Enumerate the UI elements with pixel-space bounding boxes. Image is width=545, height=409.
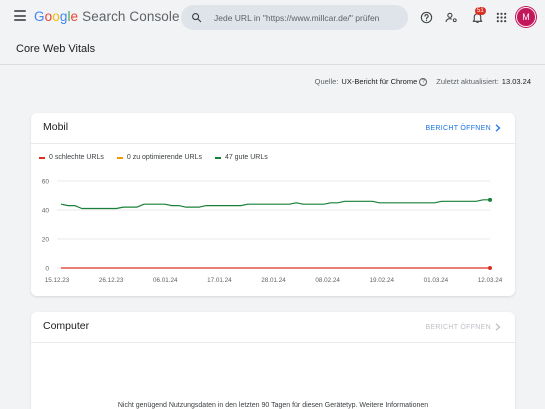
legend-swatch [214,156,221,159]
legend-label: 47 gute URLs [224,154,268,161]
open-report-label: BERICHT ÖFFNEN [425,124,491,132]
x-tick-label: 12.03.24 [478,277,503,284]
mobile-card: Mobil BERICHT ÖFFNEN 0 schlechte URLs 0 … [31,113,515,296]
x-tick-label: 28.01.24 [261,277,286,284]
legend-label: 0 schlechte URLs [49,154,104,161]
legend-swatch [116,156,123,159]
search-input[interactable] [214,12,394,23]
chevron-right-icon [495,323,501,331]
card-title: Mobil [43,121,69,133]
open-report-button-disabled: BERICHT ÖFFNEN [425,323,501,331]
help-icon [420,11,432,23]
card-title: Computer [43,320,90,332]
open-report-button[interactable]: BERICHT ÖFFNEN [425,124,501,132]
users-settings-button[interactable] [443,9,459,25]
x-tick-label: 17.01.24 [207,277,232,284]
header-divider [0,64,545,65]
legend-label: 0 zu optimierende URLs [126,154,202,161]
apps-button[interactable] [493,9,509,25]
legend-item-good[interactable]: 47 gute URLs [214,154,268,161]
apps-grid-icon [496,12,506,22]
data-source-info: Quelle: UX-Bericht für Chrome ? Zuletzt … [315,77,531,86]
y-tick-label: 60 [42,179,50,186]
open-report-label: BERICHT ÖFFNEN [425,323,491,331]
legend-swatch [39,156,45,159]
url-inspection-search[interactable] [181,5,408,30]
logo-letter: G [34,9,45,24]
x-tick-label: 19.02.24 [369,277,394,284]
hamburger-menu-icon[interactable] [14,10,26,22]
search-icon [192,13,202,23]
help-button[interactable] [418,9,434,25]
x-tick-label: 08.02.24 [315,277,340,284]
series-end-point [488,197,492,202]
last-updated-label: Zuletzt aktualisiert: [436,77,499,86]
mobile-urls-chart: 60 40 20 0 15.12.23 26.12.23 06.01.24 17.01.24 2… [42,179,503,285]
page-title: Core Web Vitals [16,43,96,55]
x-tick-label: 01.03.24 [424,277,449,284]
y-tick-label: 0 [45,266,49,273]
top-bar: GoogleSearch Console 51 M [0,0,545,34]
y-tick-label: 40 [42,208,50,215]
x-tick-label: 15.12.23 [45,277,70,284]
help-icon[interactable]: ? [419,77,428,86]
insufficient-data-message: Nicht genügend Nutzungsdaten in den letz… [117,402,429,409]
x-tick-label: 26.12.23 [99,277,124,284]
legend-item-needs-improvement[interactable]: 0 zu optimierende URLs [116,154,202,161]
logo-letter: e [70,9,79,24]
chevron-right-icon [495,124,501,132]
card-divider [31,342,515,343]
series-line [60,199,490,210]
account-avatar[interactable]: M [516,7,536,27]
logo-letter: o [52,9,60,24]
card-divider [31,143,515,144]
app-title: Search Console [82,9,180,24]
source-label: Quelle: [314,77,339,86]
legend-item-bad[interactable]: 0 schlechte URLs [39,154,104,161]
chart-legend: 0 schlechte URLs 0 zu optimierende URLs … [39,154,281,161]
computer-card: Computer BERICHT ÖFFNEN Nicht genügend N… [31,312,515,409]
series-end-point [488,266,492,270]
app-logo[interactable]: Google Search Console [34,9,180,24]
last-updated-value: 13.03.24 [501,77,531,86]
source-value: UX-Bericht für Chrome [341,77,418,86]
notification-count-badge: 51 [475,7,486,15]
manage-users-icon [445,12,457,22]
x-tick-label: 06.01.24 [153,277,178,284]
y-tick-label: 20 [42,237,50,244]
